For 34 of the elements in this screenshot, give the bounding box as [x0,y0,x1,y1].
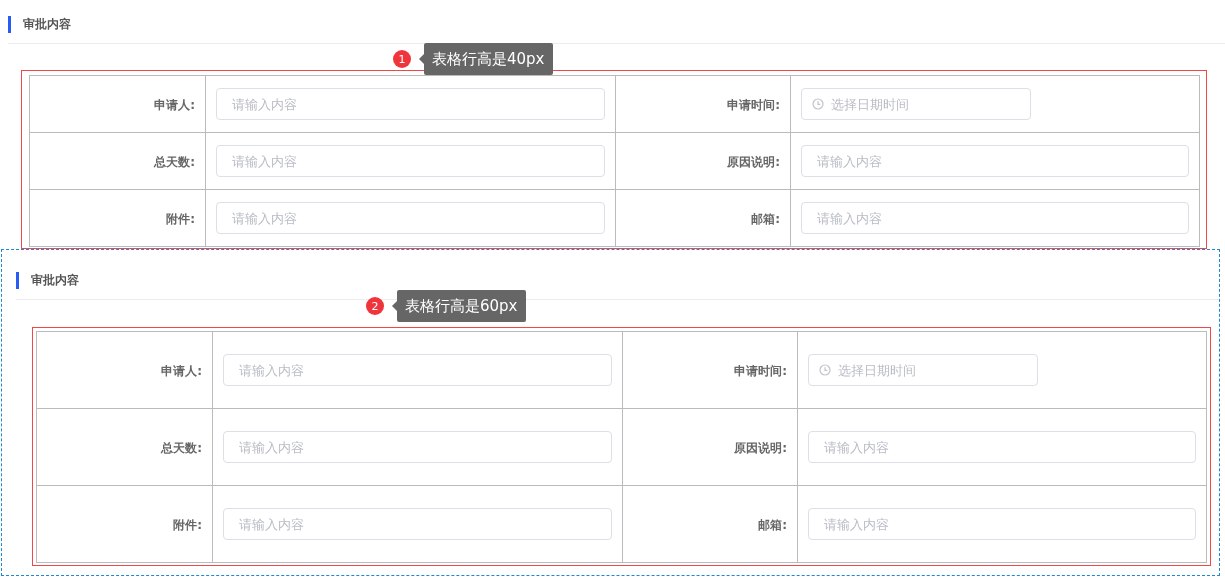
input-field[interactable]: 请输入内容 [216,88,605,120]
date-picker-field[interactable]: 选择日期时间 [801,88,1031,120]
number-badge: 2 [366,297,384,315]
field-label: 申请人: [161,364,202,378]
section-title: 审批内容 [31,271,79,289]
number-badge: 1 [393,50,411,68]
input-field[interactable]: 请输入内容 [808,431,1196,463]
field-label: 申请时间: [727,98,780,112]
input-field[interactable]: 请输入内容 [223,431,612,463]
input-field[interactable]: 请输入内容 [216,202,605,234]
field-label: 邮箱: [751,212,780,226]
section-title: 审批内容 [23,15,71,33]
field-label: 原因说明: [734,441,787,455]
input-field[interactable]: 请输入内容 [808,508,1196,540]
field-label: 原因说明: [727,155,780,169]
input-field[interactable]: 请输入内容 [801,202,1189,234]
field-label: 邮箱: [758,518,787,532]
tooltip: 表格行高是40px [419,43,553,75]
input-field[interactable]: 请输入内容 [216,145,605,177]
input-field[interactable]: 请输入内容 [223,354,612,386]
field-label: 附件: [166,212,195,226]
title-accent-bar [8,15,11,33]
field-label: 附件: [173,518,202,532]
title-accent-bar [16,271,19,289]
clock-icon [819,364,831,376]
clock-icon [812,98,824,110]
field-label: 申请时间: [734,364,787,378]
input-field[interactable]: 请输入内容 [801,145,1189,177]
field-label: 总天数: [154,155,195,169]
date-picker-field[interactable]: 选择日期时间 [808,354,1038,386]
field-label: 申请人: [154,98,195,112]
input-field[interactable]: 请输入内容 [223,508,612,540]
tooltip: 表格行高是60px [392,290,526,322]
field-label: 总天数: [161,441,202,455]
